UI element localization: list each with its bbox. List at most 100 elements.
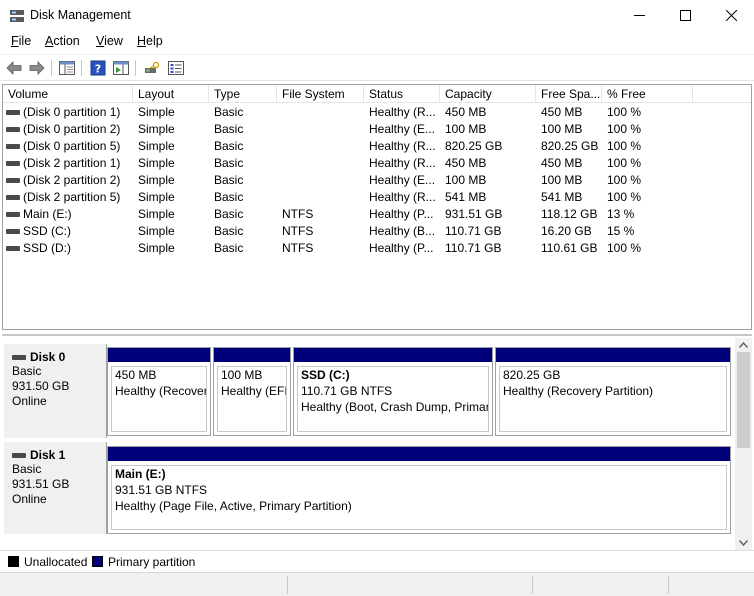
menu-view-label: iew	[104, 34, 123, 48]
cell-type: Basic	[214, 139, 244, 153]
table-row[interactable]: (Disk 0 partition 2) Simple Basic Healthy (…	[3, 121, 751, 138]
cell-layout: Simple	[138, 139, 175, 153]
cell-type: Basic	[214, 207, 244, 221]
cell-file-system: NTFS	[282, 207, 314, 221]
cell-capacity: 100 MB	[445, 122, 487, 136]
disk-1-partition-main-e[interactable]: Main (E:) 931.51 GB NTFS Healthy (Page F…	[107, 446, 731, 534]
menu-file-accel: F	[11, 34, 19, 48]
properties-button[interactable]	[166, 58, 186, 78]
column-header-capacity[interactable]: Capacity	[440, 85, 536, 103]
table-row[interactable]: (Disk 2 partition 1) Simple Basic Healthy (…	[3, 155, 751, 172]
cell-layout: Simple	[138, 207, 175, 221]
column-header-type[interactable]: Type	[209, 85, 277, 103]
close-icon	[725, 10, 737, 21]
cell-file-system: NTFS	[282, 224, 314, 238]
forward-button[interactable]	[27, 58, 47, 78]
column-header-free-space[interactable]: Free Spa...	[536, 85, 602, 103]
back-button[interactable]	[4, 58, 24, 78]
cell-type: Basic	[214, 190, 244, 204]
key-disk-icon	[145, 61, 160, 73]
scroll-thumb[interactable]	[737, 352, 750, 448]
disk-1-name: Disk 1	[12, 448, 106, 462]
maximize-button[interactable]	[662, 0, 708, 31]
disk-0-partition-1[interactable]: 450 MB Healthy (Recover	[107, 347, 211, 436]
cell-percent-free: 100 %	[607, 122, 642, 136]
disk-1-label[interactable]: Disk 1 Basic 931.51 GB Online	[4, 442, 107, 534]
cell-volume: SSD (D:)	[23, 241, 71, 255]
disk-0-size: 931.50 GB	[12, 379, 70, 393]
cell-status: Healthy (R...	[369, 156, 436, 170]
table-row[interactable]: (Disk 0 partition 1) Simple Basic Healthy (…	[3, 104, 751, 121]
connect-disk-button[interactable]	[142, 58, 162, 78]
show-hide-action-pane-button[interactable]	[111, 58, 131, 78]
cell-type: Basic	[214, 241, 244, 255]
help-button[interactable]: ?	[88, 58, 108, 78]
cell-status: Healthy (P...	[369, 241, 434, 255]
cell-type: Basic	[214, 122, 244, 136]
menu-action[interactable]: Action	[45, 34, 80, 48]
table-row[interactable]: Main (E:) Simple Basic NTFS Healthy (P... 931…	[3, 206, 751, 223]
table-row[interactable]: (Disk 0 partition 5) Simple Basic Healthy (…	[3, 138, 751, 155]
disk-0-partition-ssd-c[interactable]: SSD (C:) 110.71 GB NTFS Healthy (Boot, C…	[293, 347, 493, 436]
partition-details: 450 MB Healthy (Recover	[111, 366, 207, 432]
volume-icon	[6, 212, 20, 217]
toolbar-separator	[81, 60, 82, 76]
table-row[interactable]: (Disk 2 partition 5) Simple Basic Healthy (…	[3, 189, 751, 206]
volume-icon	[6, 161, 20, 166]
primary-partition-bar	[294, 348, 492, 362]
disk-view-scrollbar[interactable]	[735, 338, 752, 550]
cell-layout: Simple	[138, 105, 175, 119]
disk-0-partition-5[interactable]: 820.25 GB Healthy (Recovery Partition)	[495, 347, 731, 436]
volume-icon	[6, 110, 20, 115]
cell-percent-free: 100 %	[607, 156, 642, 170]
column-header-layout[interactable]: Layout	[133, 85, 209, 103]
menu-help[interactable]: Help	[137, 34, 163, 48]
cell-type: Basic	[214, 105, 244, 119]
partition-size: 820.25 GB	[503, 368, 561, 382]
primary-partition-bar	[108, 348, 210, 362]
primary-partition-bar	[496, 348, 730, 362]
cell-free-space: 100 MB	[541, 173, 583, 187]
table-row[interactable]: (Disk 2 partition 2) Simple Basic Healthy (…	[3, 172, 751, 189]
console-tree-icon	[59, 61, 75, 75]
show-hide-console-tree-button[interactable]	[57, 58, 77, 78]
volume-list[interactable]: Volume Layout Type File System Status Ca…	[2, 84, 752, 330]
disk-0-label[interactable]: Disk 0 Basic 931.50 GB Online	[4, 344, 107, 438]
cell-layout: Simple	[138, 241, 175, 255]
column-header-status[interactable]: Status	[364, 85, 440, 103]
action-pane-icon	[113, 61, 129, 75]
partition-title: SSD (C:)	[301, 368, 350, 382]
close-button[interactable]	[708, 0, 754, 31]
column-header-percent-free[interactable]: % Free	[602, 85, 693, 103]
table-row[interactable]: SSD (D:) Simple Basic NTFS Healthy (P... 110.…	[3, 240, 751, 257]
cell-capacity: 820.25 GB	[445, 139, 503, 153]
partition-status: Healthy (Recover	[115, 384, 207, 398]
partition-details: 100 MB Healthy (EFI	[217, 366, 287, 432]
cell-volume: Main (E:)	[23, 207, 72, 221]
cell-free-space: 541 MB	[541, 190, 583, 204]
disk-0-partition-2[interactable]: 100 MB Healthy (EFI	[213, 347, 291, 436]
scroll-down-button[interactable]	[738, 538, 749, 548]
menu-view[interactable]: View	[96, 34, 123, 48]
toolbar-separator	[51, 60, 52, 76]
cell-status: Healthy (R...	[369, 139, 436, 153]
status-separator	[287, 576, 288, 594]
cell-volume: (Disk 2 partition 5)	[23, 190, 121, 204]
menu-bar: File Action View Help	[0, 31, 754, 53]
scroll-up-button[interactable]	[738, 340, 749, 350]
column-header-file-system[interactable]: File System	[277, 85, 364, 103]
column-header-volume[interactable]: Volume	[3, 85, 133, 103]
help-icon: ?	[90, 60, 106, 76]
cell-status: Healthy (B...	[369, 224, 436, 238]
menu-file[interactable]: File	[11, 34, 31, 48]
minimize-icon	[633, 15, 645, 16]
cell-layout: Simple	[138, 224, 175, 238]
minimize-button[interactable]	[616, 0, 662, 31]
disk-1-name-text: Disk 1	[30, 448, 66, 462]
cell-layout: Simple	[138, 190, 175, 204]
disk-management-app-icon	[10, 10, 24, 22]
table-row[interactable]: SSD (C:) Simple Basic NTFS Healthy (B... 110.…	[3, 223, 751, 240]
toolbar: ?	[0, 54, 754, 81]
partition-details: 820.25 GB Healthy (Recovery Partition)	[499, 366, 727, 432]
disk-0-status: Online	[12, 394, 47, 408]
